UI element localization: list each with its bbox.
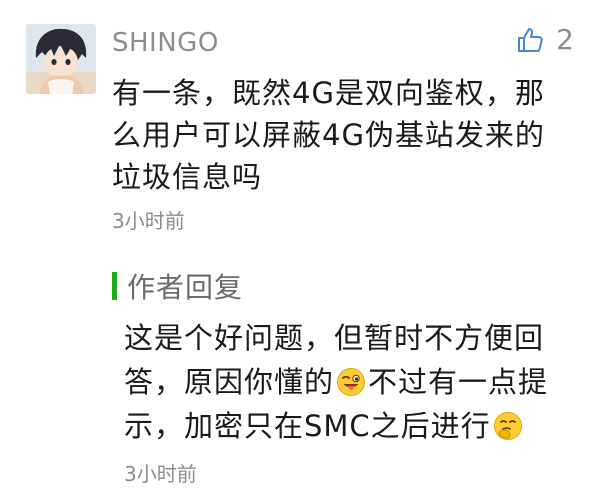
reply-title: 作者回复	[127, 271, 244, 304]
reply-text: 这是个好问题，但暂时不方便回答，原因你懂的 不过有一点提示，加密只在SMC之后进…	[124, 316, 574, 448]
tongue-wink-emoji-icon	[337, 368, 366, 396]
author-reply: 作者回复 这是个好问题，但暂时不方便回答，原因你懂的 不过有一点提示，加密只在S…	[96, 258, 576, 486]
thumbs-up-icon	[518, 28, 543, 52]
comment-text: 有一条，既然4G是双向鉴权，那么用户可以屏蔽4G伪基站发来的垃圾信息吗	[112, 76, 545, 194]
username: SHINGO	[112, 28, 219, 58]
reply-accent-bar	[112, 272, 117, 300]
like-button[interactable]: 2	[516, 26, 574, 54]
avatar-image	[26, 24, 96, 94]
reply-timestamp: 3小时前	[124, 462, 197, 486]
thinking-emoji-icon	[493, 412, 522, 440]
like-count: 2	[556, 23, 574, 56]
comment-screen: SHINGO 2 有一条，既然4G是双向鉴权，那么用户可以屏蔽4G伪基站发来的垃…	[0, 0, 600, 498]
reply-header: 作者回复	[112, 268, 243, 304]
avatar[interactable]	[26, 24, 96, 94]
comment-timestamp: 3小时前	[112, 209, 185, 233]
